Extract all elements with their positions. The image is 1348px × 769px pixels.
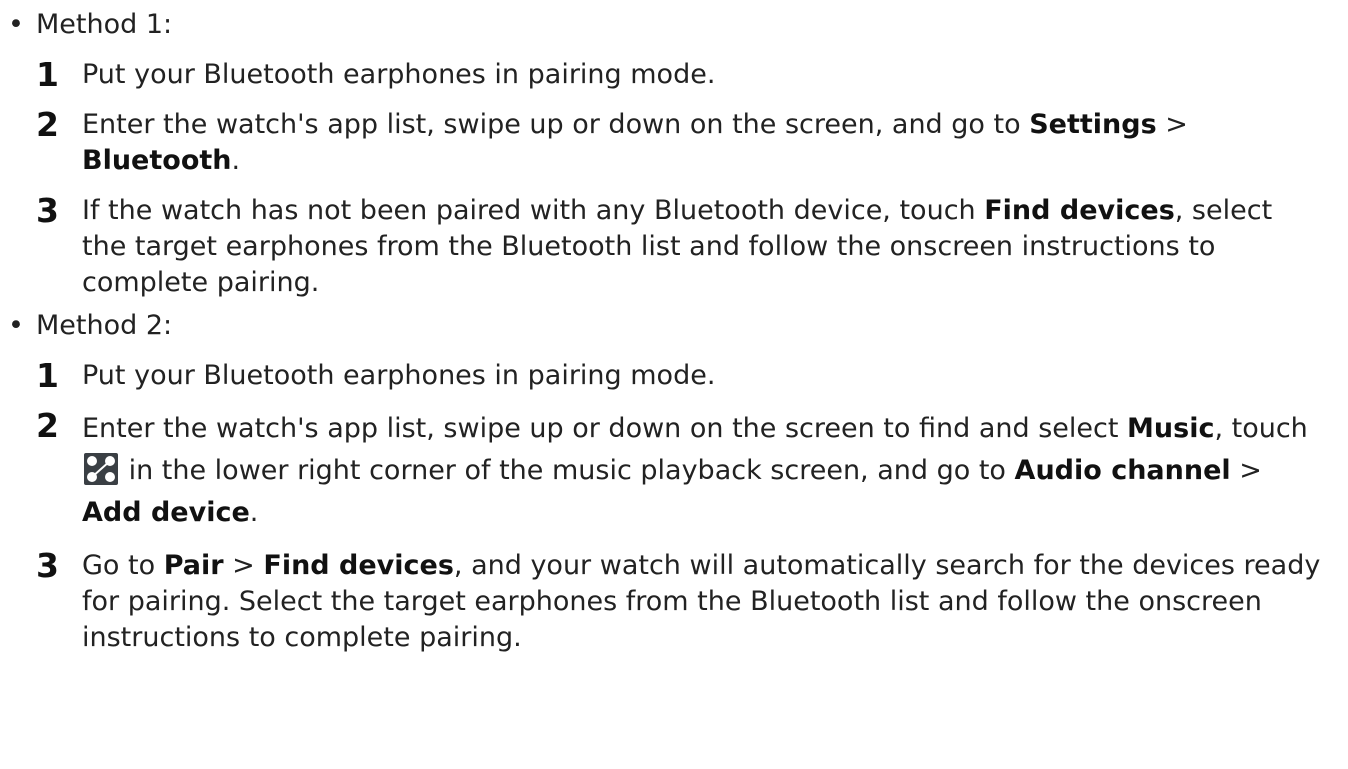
pair-label: Pair — [163, 550, 224, 581]
step-number: 2 — [36, 406, 59, 445]
method-2-step-1: 1 Put your Bluetooth earphones in pairin… — [0, 358, 1322, 394]
settings-label: Settings — [1029, 109, 1157, 140]
step-text: Enter the watch's app list, swipe up or … — [82, 109, 1030, 140]
step-number: 3 — [36, 191, 59, 230]
bluetooth-label: Bluetooth — [82, 145, 232, 176]
step-text: Enter the watch's app list, swipe up or … — [82, 413, 1128, 444]
audio-channel-icon — [84, 453, 118, 485]
method-1: • Method 1: — [0, 3, 1348, 47]
method-2-step-2: 2 Enter the watch's app list, swipe up o… — [36, 406, 1308, 529]
bullet: • — [8, 310, 24, 341]
method-1-step-2: 2 Enter the watch's app list, swipe up o… — [36, 105, 1188, 177]
method-2-title: Method 2: — [36, 310, 173, 341]
find-devices-label: Find devices — [984, 195, 1175, 226]
step-number: 3 — [36, 546, 59, 585]
document: • Method 1: 1 Put your Bluetooth earphon… — [0, 0, 1348, 656]
step-text: If the watch has not been paired with an… — [82, 195, 985, 226]
bullet: • — [8, 9, 24, 40]
step-text: Put your Bluetooth earphones in pairing … — [82, 360, 716, 391]
method-1-title: Method 1: — [36, 9, 173, 40]
step-text: Put your Bluetooth earphones in pairing … — [82, 59, 716, 90]
audio-channel-label: Audio channel — [1014, 455, 1231, 486]
step-number: 1 — [36, 55, 59, 94]
step-number: 1 — [36, 356, 59, 395]
method-1-step-3: 3 If the watch has not been paired with … — [36, 191, 1273, 299]
method-2-step-3: 3 Go to Pair > Find devices, and your wa… — [36, 546, 1321, 654]
find-devices-label: Find devices — [263, 550, 454, 581]
method-1-step-1: 1 Put your Bluetooth earphones in pairin… — [0, 57, 1322, 93]
step-text: Go to — [82, 550, 164, 581]
method-2: • Method 2: — [0, 304, 1348, 348]
add-device-label: Add device — [82, 497, 250, 528]
music-label: Music — [1127, 413, 1215, 444]
step-number: 2 — [36, 105, 59, 144]
